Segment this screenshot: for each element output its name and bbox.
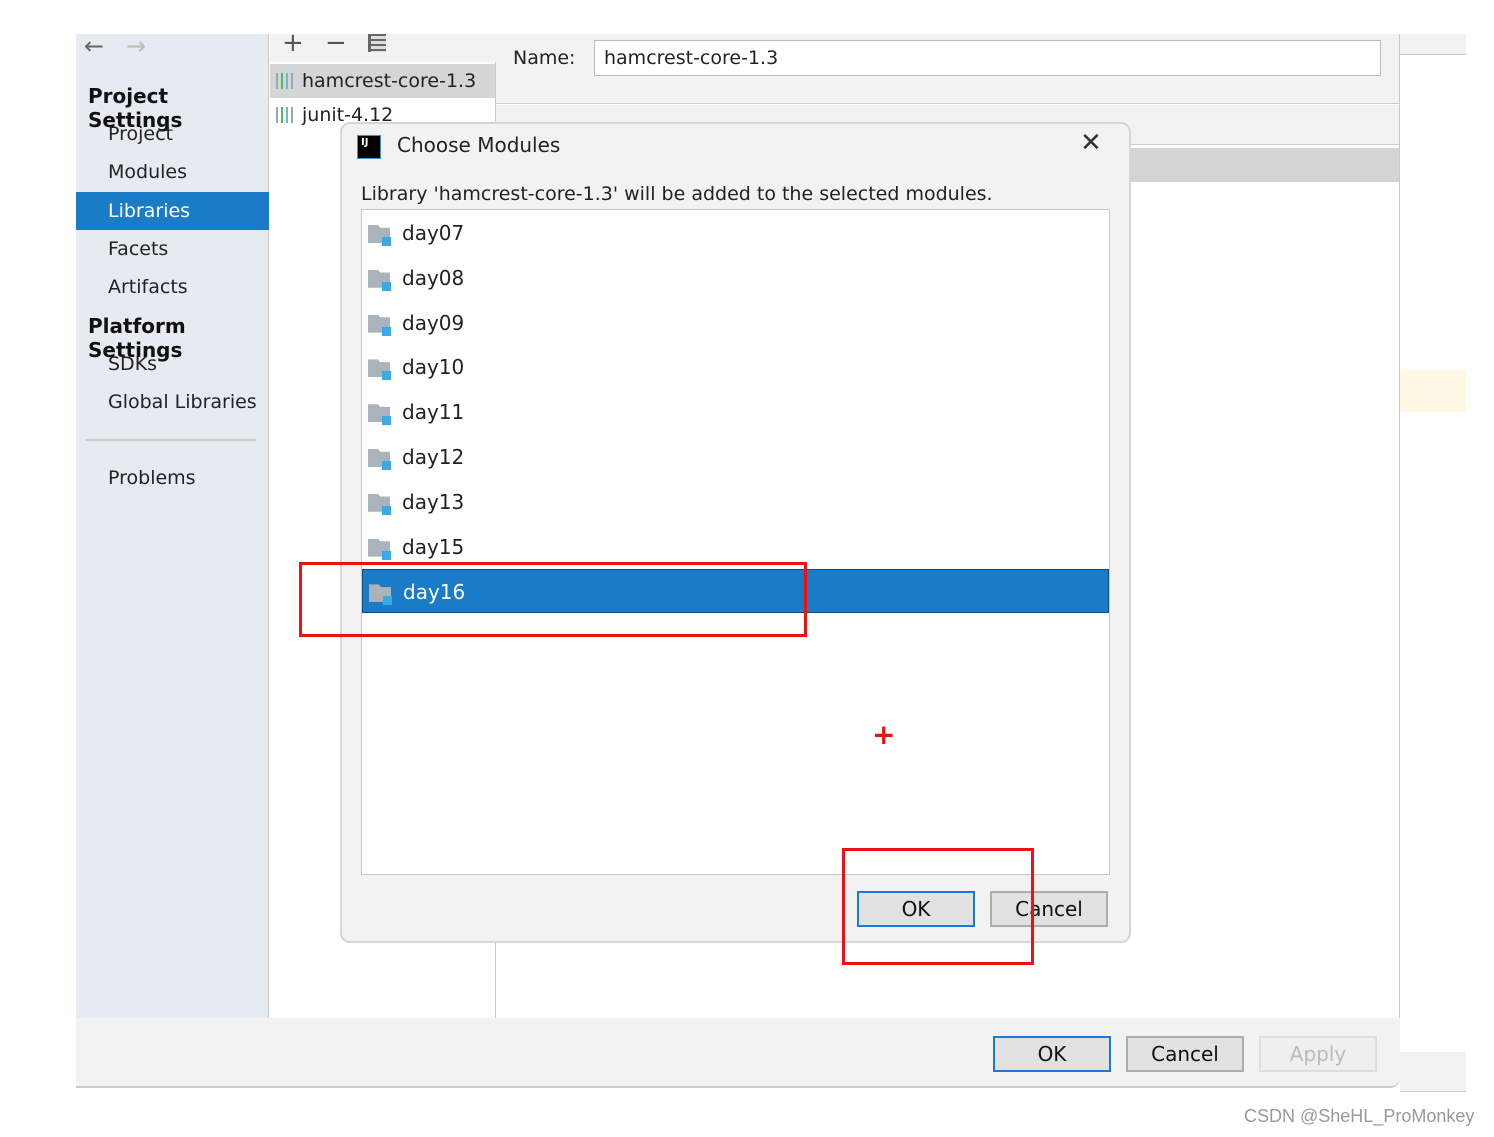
module-name: day09 (402, 310, 465, 335)
outer-highlight (1400, 370, 1466, 412)
sidebar-item-libraries[interactable]: Libraries (76, 192, 269, 230)
module-name: day08 (402, 265, 465, 290)
module-badge-icon (382, 326, 391, 336)
name-input[interactable]: hamcrest-core-1.3 (594, 40, 1381, 76)
close-icon[interactable]: ✕ (1080, 128, 1102, 158)
module-name: day15 (402, 534, 465, 559)
annotation-box-ok (842, 848, 1034, 965)
name-row: Name: hamcrest-core-1.3 (496, 34, 1399, 104)
settings-sidebar: ← → Project Settings Project Modules Lib… (76, 32, 269, 1069)
module-badge-icon (382, 281, 391, 291)
module-item[interactable]: day13 (362, 480, 1109, 524)
module-name: day10 (402, 355, 465, 380)
remove-icon[interactable]: − (325, 28, 347, 58)
library-icon (276, 107, 296, 123)
watermark: CSDN @SheHL_ProMonkey (1244, 1106, 1475, 1126)
module-item[interactable]: day08 (362, 256, 1109, 300)
name-label: Name: (513, 47, 576, 69)
library-toolbar: + − (270, 28, 496, 62)
module-badge-icon (382, 550, 391, 560)
back-icon[interactable]: ← (84, 32, 104, 60)
sidebar-item-project[interactable]: Project (76, 115, 269, 153)
sidebar-item-artifacts[interactable]: Artifacts (76, 268, 269, 306)
module-name: day11 (402, 400, 465, 425)
module-name: day13 (402, 489, 465, 514)
intellij-icon: IJ (357, 135, 381, 159)
module-list: day07 day08 day09 day10 day11 day12 day13 day15… (361, 209, 1110, 875)
forward-icon[interactable]: → (126, 32, 146, 60)
module-item[interactable]: day11 (362, 390, 1109, 434)
cancel-button[interactable]: Cancel (1126, 1036, 1244, 1072)
module-item[interactable]: day07 (362, 211, 1109, 255)
module-badge-icon (382, 237, 391, 246)
ok-button[interactable]: OK (993, 1036, 1111, 1072)
module-badge-icon (382, 371, 391, 381)
dialog-title: Choose Modules (397, 133, 561, 157)
outer-strip (1400, 34, 1466, 55)
sidebar-item-global-libraries[interactable]: Global Libraries (76, 383, 269, 421)
cursor-crosshair-icon: + (872, 718, 896, 751)
module-name: day12 (402, 445, 465, 469)
outer-strip-bottom (1400, 1052, 1466, 1092)
copy-icon[interactable] (368, 34, 386, 52)
module-badge-icon (382, 461, 391, 470)
module-badge-icon (382, 416, 391, 426)
annotation-box-selection (299, 562, 807, 637)
sidebar-item-modules[interactable]: Modules (76, 153, 269, 191)
module-badge-icon (382, 505, 391, 515)
bottom-bar: OK Cancel Apply (76, 1018, 1400, 1088)
module-item[interactable]: day09 (362, 301, 1109, 345)
sidebar-item-problems[interactable]: Problems (76, 459, 269, 497)
add-icon[interactable]: + (282, 28, 304, 58)
module-item[interactable]: day10 (362, 345, 1109, 389)
library-name: hamcrest-core-1.3 (302, 70, 477, 92)
module-item[interactable]: day12 (362, 435, 1109, 479)
sidebar-item-sdks[interactable]: SDKs (76, 345, 269, 383)
divider (86, 439, 256, 441)
apply-button[interactable]: Apply (1259, 1036, 1377, 1072)
sidebar-item-facets[interactable]: Facets (76, 230, 269, 268)
module-name: day07 (402, 221, 465, 245)
library-item[interactable]: hamcrest-core-1.3 (270, 64, 495, 98)
dialog-message: Library 'hamcrest-core-1.3' will be adde… (361, 183, 993, 205)
library-icon (276, 73, 296, 89)
